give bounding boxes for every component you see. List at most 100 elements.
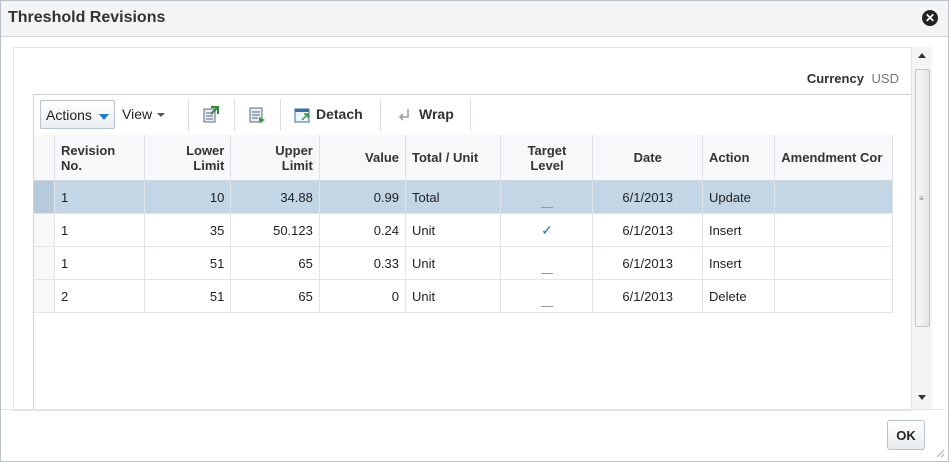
table-row[interactable]: 1 35 50.123 0.24 Unit ✓ 6/1/2013 Insert <box>34 213 893 247</box>
table-cell-action: Delete <box>702 279 776 313</box>
table-cell-amendment <box>774 279 893 313</box>
ok-button[interactable]: OK <box>887 420 925 450</box>
header-line: Target <box>527 142 567 158</box>
manage-columns-icon[interactable] <box>248 106 266 124</box>
column-header-action[interactable]: Action <box>702 135 776 181</box>
table-cell-lower: 35 <box>144 213 232 247</box>
table-cell-date: 6/1/2013 <box>592 180 703 214</box>
table-cell-action: Insert <box>702 246 776 280</box>
caret-down-icon <box>157 113 166 118</box>
dialog-title: Threshold Revisions <box>8 9 166 26</box>
table-cell-date: 6/1/2013 <box>592 213 703 247</box>
table-header-row: Revision No. Lower Limit Upper Limit Val… <box>34 135 893 181</box>
table-cell-target <box>500 279 594 313</box>
chevron-down-icon <box>99 114 109 120</box>
row-selector[interactable] <box>34 213 56 247</box>
table-cell-total-unit: Unit <box>405 246 502 280</box>
header-line: Limit <box>193 157 225 173</box>
row-selector-header <box>34 135 56 181</box>
table-cell-amendment <box>774 180 893 214</box>
table-cell-revision: 1 <box>54 246 145 280</box>
actions-label: Actions <box>46 107 92 123</box>
table-cell-date: 6/1/2013 <box>592 246 703 280</box>
table-cell-upper: 65 <box>230 279 320 313</box>
revisions-table: Revision No. Lower Limit Upper Limit Val… <box>34 135 893 313</box>
toolbar-separator <box>470 99 471 131</box>
table-cell-lower: 51 <box>144 279 232 313</box>
header-line: Lower <box>186 142 225 158</box>
row-selector[interactable] <box>34 246 56 280</box>
dash-icon <box>540 272 553 274</box>
table-cell-value: 0.99 <box>319 180 407 214</box>
table-cell-revision: 2 <box>54 279 145 313</box>
table-cell-revision: 1 <box>54 213 145 247</box>
resize-grip-icon[interactable] <box>935 448 945 458</box>
header-line: Revision <box>61 142 116 158</box>
column-header-revision-no[interactable]: Revision No. <box>54 135 145 181</box>
revisions-grid: Revision No. Lower Limit Upper Limit Val… <box>34 135 893 410</box>
table-cell-amendment <box>774 246 893 280</box>
table-cell-value: 0.33 <box>319 246 407 280</box>
detach-icon[interactable] <box>294 106 312 124</box>
header-line: Level <box>530 157 564 173</box>
column-header-target-level[interactable]: Target Level <box>500 135 594 181</box>
column-header-amendment-comments[interactable]: Amendment Cor <box>774 135 893 181</box>
header-line: Limit <box>281 157 313 173</box>
currency-display: Currency USD <box>807 71 899 86</box>
table-cell-target <box>500 180 594 214</box>
table-row[interactable]: 1 10 34.88 0.99 Total 6/1/2013 Update <box>34 180 893 214</box>
table-cell-value: 0.24 <box>319 213 407 247</box>
table-cell-lower: 10 <box>144 180 232 214</box>
column-header-total-unit[interactable]: Total / Unit <box>405 135 502 181</box>
footer-divider <box>1 409 946 410</box>
scrollbar-thumb[interactable]: ≡ <box>915 69 930 327</box>
scroll-up-icon[interactable] <box>918 53 926 58</box>
currency-label: Currency <box>806 71 864 86</box>
table-cell-target: ✓ <box>500 213 594 247</box>
toolbar-separator <box>280 99 281 131</box>
actions-menu-button[interactable]: Actions <box>40 100 115 129</box>
column-header-value[interactable]: Value <box>319 135 407 181</box>
wrap-icon[interactable] <box>396 106 414 124</box>
header-line: Upper <box>275 142 313 158</box>
table-cell-upper: 65 <box>230 246 320 280</box>
vertical-scrollbar[interactable]: ≡ <box>912 47 932 409</box>
detach-button[interactable]: Detach <box>316 106 363 122</box>
table-cell-date: 6/1/2013 <box>592 279 703 313</box>
table-cell-revision: 1 <box>54 180 145 214</box>
table-body: 1 10 34.88 0.99 Total 6/1/2013 Update 1 35 50.123… <box>34 180 893 313</box>
table-cell-value: 0 <box>319 279 407 313</box>
threshold-revisions-dialog: Threshold Revisions ✕ Currency USD Actio… <box>0 0 949 462</box>
currency-value: USD <box>871 71 899 86</box>
toolbar-separator <box>380 99 381 131</box>
row-selector[interactable] <box>34 180 56 214</box>
table-row[interactable]: 2 51 65 0 Unit 6/1/2013 Delete <box>34 279 893 313</box>
checkmark-icon: ✓ <box>541 221 553 238</box>
export-excel-icon[interactable] <box>202 106 220 124</box>
column-header-date[interactable]: Date <box>592 135 703 181</box>
header-line: No. <box>61 157 82 173</box>
table-cell-upper: 50.123 <box>230 213 320 247</box>
table-cell-total-unit: Unit <box>405 279 502 313</box>
table-row[interactable]: 1 51 65 0.33 Unit 6/1/2013 Insert <box>34 246 893 280</box>
table-toolbar: Actions View Detach Wrap <box>34 95 911 135</box>
dash-icon <box>540 206 553 208</box>
scroll-down-icon[interactable] <box>918 395 926 400</box>
close-icon[interactable]: ✕ <box>922 10 938 26</box>
table-cell-upper: 34.88 <box>230 180 320 214</box>
revisions-table-panel: Actions View Detach Wrap Revision No. Lo… <box>33 94 911 410</box>
row-selector[interactable] <box>34 279 56 313</box>
table-cell-amendment <box>774 213 893 247</box>
table-cell-action: Insert <box>702 213 776 247</box>
column-header-upper-limit[interactable]: Upper Limit <box>230 135 320 181</box>
dialog-titlebar: Threshold Revisions ✕ <box>1 1 948 37</box>
toolbar-separator <box>188 99 189 131</box>
wrap-button[interactable]: Wrap <box>419 106 454 122</box>
toolbar-separator <box>234 99 235 131</box>
dialog-content: Currency USD Actions View Detach Wrap Re… <box>13 47 912 411</box>
column-header-lower-limit[interactable]: Lower Limit <box>144 135 232 181</box>
dash-icon <box>540 305 553 307</box>
view-menu-button[interactable]: View <box>122 106 166 122</box>
table-cell-target <box>500 246 594 280</box>
table-cell-total-unit: Total <box>405 180 502 214</box>
